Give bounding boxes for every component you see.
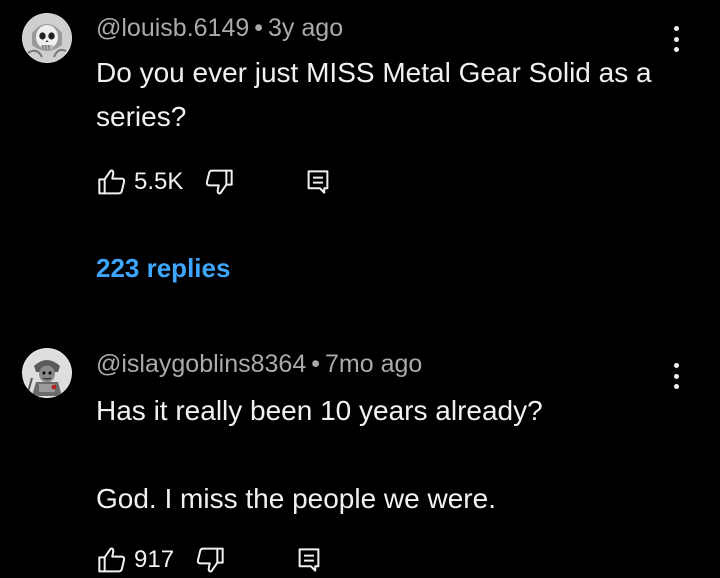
comment-reply-icon: [298, 548, 320, 572]
comment-meta: @louisb.6149 • 3y ago: [96, 14, 343, 43]
like-count: 5.5K: [134, 168, 184, 195]
comment-actions: 917: [96, 542, 324, 578]
thumbs-down-icon: [196, 547, 224, 573]
skull-avatar-icon: [22, 13, 72, 63]
comment-author[interactable]: @islaygoblins8364: [96, 350, 306, 378]
kebab-dot: [673, 373, 679, 379]
kebab-dot: [673, 36, 679, 42]
comment-time: 7mo ago: [325, 350, 423, 378]
comment-actions: 5.5K: [96, 164, 333, 200]
comment-reply-icon: [308, 170, 329, 194]
meta-separator: •: [311, 350, 320, 378]
reply-button[interactable]: [303, 167, 333, 197]
like-button[interactable]: 5.5K: [96, 166, 183, 198]
comment-paragraph: Has it really been 10 years already?: [96, 395, 543, 426]
view-replies-link[interactable]: 223 replies: [96, 253, 230, 284]
meta-separator: •: [254, 14, 264, 42]
avatar[interactable]: [22, 348, 72, 398]
thumbs-down-icon: [206, 169, 234, 195]
comment-time: 3y ago: [268, 14, 344, 42]
comment-paragraph: Do you ever just MISS Metal Gear Solid a…: [96, 57, 652, 132]
dislike-button[interactable]: [194, 544, 226, 576]
thumbs-up-icon: [98, 169, 126, 195]
goblin-avatar-icon: [22, 348, 72, 398]
comment-meta: @islaygoblins8364 • 7mo ago: [96, 350, 422, 379]
reply-button[interactable]: [294, 545, 324, 575]
comment-author[interactable]: @louisb.6149: [96, 14, 249, 42]
comment-item: @islaygoblins8364 • 7mo ago Has it really …: [0, 338, 720, 578]
comment-text: Has it really been 10 years already? God…: [96, 389, 696, 521]
more-options-button[interactable]: [666, 361, 686, 391]
thumbs-up-icon: [98, 547, 126, 573]
kebab-dot: [673, 363, 679, 368]
more-options-button[interactable]: [666, 24, 686, 54]
like-count: 917: [134, 546, 175, 573]
dislike-button[interactable]: [203, 166, 235, 198]
comment-paragraph: God. I miss the people we were.: [96, 483, 496, 514]
comment-item: @louisb.6149 • 3y ago Do you ever just MIS…: [0, 0, 720, 320]
like-button[interactable]: 917: [96, 544, 174, 576]
avatar[interactable]: [22, 13, 72, 63]
comment-text: Do you ever just MISS Metal Gear Solid a…: [96, 51, 696, 139]
kebab-dot: [673, 26, 679, 31]
